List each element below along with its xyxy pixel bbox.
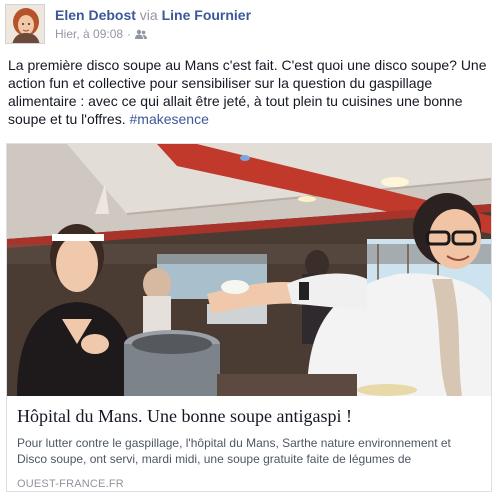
link-preview-card[interactable]: Hôpital du Mans. Une bonne soupe antigas… (6, 143, 492, 492)
friends-icon[interactable] (135, 29, 148, 40)
avatar[interactable] (5, 4, 45, 44)
link-preview-domain: OUEST-FRANCE.FR (17, 478, 124, 490)
link-preview-title[interactable]: Hôpital du Mans. Une bonne soupe antigas… (17, 404, 481, 428)
post-meta: Elen Debost via Line Fournier Hier, à 09… (55, 4, 251, 46)
post-header: Elen Debost via Line Fournier Hier, à 09… (5, 4, 251, 46)
link-preview-description: Pour lutter contre le gaspillage, l'hôpi… (17, 436, 451, 466)
author-name[interactable]: Elen Debost (55, 7, 136, 23)
via-label: via (139, 7, 158, 23)
separator-dot: · (127, 27, 132, 41)
link-preview-image[interactable] (7, 144, 491, 396)
post-message-text: La première disco soupe au Mans c'est fa… (8, 57, 487, 127)
timestamp[interactable]: Hier, à 09:08 (55, 27, 123, 41)
via-page-name[interactable]: Line Fournier (162, 7, 251, 23)
author-line: Elen Debost via Line Fournier (55, 7, 251, 24)
post-subline: Hier, à 09:08 · (55, 27, 251, 41)
post-message: La première disco soupe au Mans c'est fa… (8, 56, 496, 128)
hashtag-link[interactable]: #makesence (130, 111, 209, 127)
link-preview-body: Hôpital du Mans. Une bonne soupe antigas… (17, 400, 481, 491)
feed-post: Elen Debost via Line Fournier Hier, à 09… (0, 0, 504, 497)
